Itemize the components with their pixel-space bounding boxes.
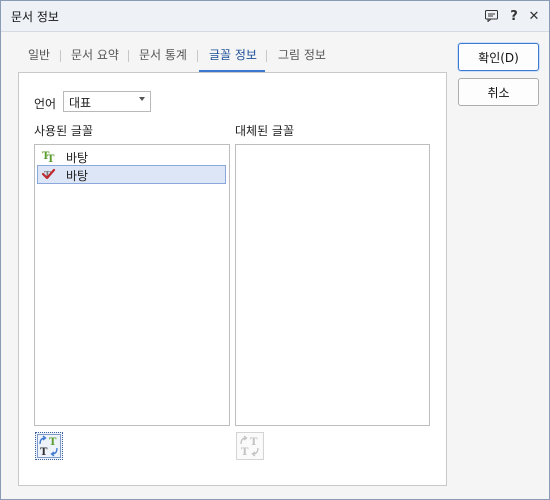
tab-divider [197, 50, 198, 62]
chevron-down-icon [139, 97, 145, 101]
tab-document-summary[interactable]: 문서 요약 [71, 45, 119, 71]
tab-bar: 일반 문서 요약 문서 통계 글꼴 정보 그림 정보 [18, 41, 448, 73]
tab-divider [60, 50, 61, 62]
tab-image-info[interactable]: 그림 정보 [278, 45, 326, 71]
list-item[interactable]: T T 바탕 [37, 147, 226, 166]
svg-text:T: T [40, 447, 48, 458]
replaced-fonts-label: 대체된 글꼴 [235, 124, 295, 138]
language-label: 언어 [34, 97, 57, 111]
replaced-fonts-list[interactable] [235, 144, 430, 426]
list-item[interactable]: T 바탕 [37, 165, 226, 184]
used-fonts-list[interactable]: T T 바탕 T 바탕 [34, 144, 230, 426]
replace-font-icon: T T [39, 435, 58, 458]
tab-divider [128, 50, 129, 62]
window-title: 문서 정보 [11, 10, 59, 24]
svg-text:T: T [49, 437, 57, 448]
language-select-value: 대표 [69, 96, 92, 110]
comment-icon[interactable] [483, 8, 499, 24]
restore-font-button[interactable]: T T [236, 432, 264, 460]
help-icon[interactable]: ? [506, 8, 522, 24]
tab-document-statistics[interactable]: 문서 통계 [139, 45, 187, 71]
tab-font-info[interactable]: 글꼴 정보 [209, 45, 257, 71]
close-icon[interactable]: ✕ [526, 8, 542, 24]
tab-general[interactable]: 일반 [28, 45, 50, 71]
language-select[interactable]: 대표 [63, 91, 151, 112]
used-fonts-label: 사용된 글꼴 [34, 124, 94, 138]
svg-text:T: T [241, 447, 249, 458]
svg-text:T: T [250, 437, 258, 448]
embedded-font-check-icon: T [41, 167, 56, 181]
title-bar: 문서 정보 ? ✕ [1, 1, 549, 32]
tab-divider [266, 50, 267, 62]
svg-text:T: T [47, 154, 55, 163]
restore-font-icon: T T [240, 435, 259, 458]
font-name: 바탕 [66, 169, 89, 183]
replace-font-button[interactable]: T T [35, 432, 63, 460]
ok-button[interactable]: 확인(D) [458, 43, 539, 71]
cancel-button[interactable]: 취소 [458, 78, 539, 106]
font-info-dialog: 문서 정보 ? ✕ 일반 문서 요약 문서 통계 글꼴 정보 그림 정보 확인(… [0, 0, 550, 500]
font-name: 바탕 [66, 151, 89, 165]
truetype-font-icon: T T [42, 149, 56, 165]
